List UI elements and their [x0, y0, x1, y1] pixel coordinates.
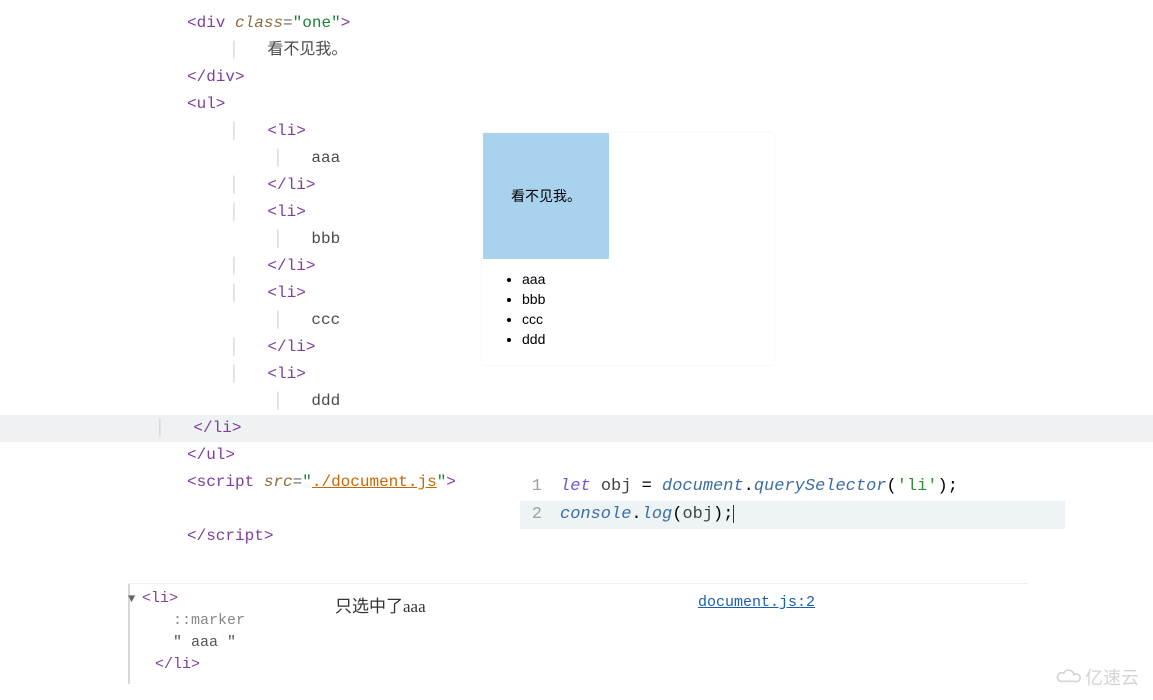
list-item: ccc [522, 309, 774, 329]
watermark: 亿速云 [1055, 664, 1139, 690]
list-item: bbb [522, 289, 774, 309]
console-source-link[interactable]: document.js:2 [698, 594, 815, 611]
js-line[interactable]: 1 let obj = document.querySelector('li')… [520, 473, 1065, 501]
js-line-current[interactable]: 2 console.log(obj); [520, 501, 1065, 529]
code-line-highlighted: │ </li> [0, 415, 1153, 442]
code-line: <ul> [155, 91, 785, 118]
console-text-node: " aaa " [128, 632, 1028, 654]
devtools-console: ▼ <li> ::marker " aaa " </li> [128, 583, 1028, 676]
list-item: aaa [522, 269, 774, 289]
browser-preview: 看不见我。 aaa bbb ccc ddd [482, 133, 774, 365]
code-line: │ <li> [155, 361, 785, 388]
js-editor-panel[interactable]: 1 let obj = document.querySelector('li')… [520, 473, 1065, 529]
preview-box-text: 看不见我。 [511, 186, 581, 206]
cloud-icon [1055, 669, 1081, 685]
console-element-close: </li> [128, 654, 1028, 676]
list-item: ddd [522, 329, 774, 349]
console-element[interactable]: ▼ <li> [128, 588, 1028, 610]
console-pseudo: ::marker [128, 610, 1028, 632]
code-line: </div> [155, 64, 785, 91]
caret-down-icon[interactable]: ▼ [128, 588, 142, 610]
code-line: │ 看不见我。 [155, 37, 785, 64]
preview-list: aaa bbb ccc ddd [482, 269, 774, 349]
line-number: 2 [520, 501, 560, 529]
code-line: │ ddd [155, 388, 785, 415]
annotation-text: 只选中了aaa [335, 592, 426, 617]
preview-blue-box: 看不见我。 [483, 133, 609, 259]
line-number: 1 [520, 473, 560, 501]
text-cursor [733, 505, 734, 523]
code-line: <div class="one"> [155, 10, 785, 37]
code-line: </ul> [155, 442, 785, 469]
